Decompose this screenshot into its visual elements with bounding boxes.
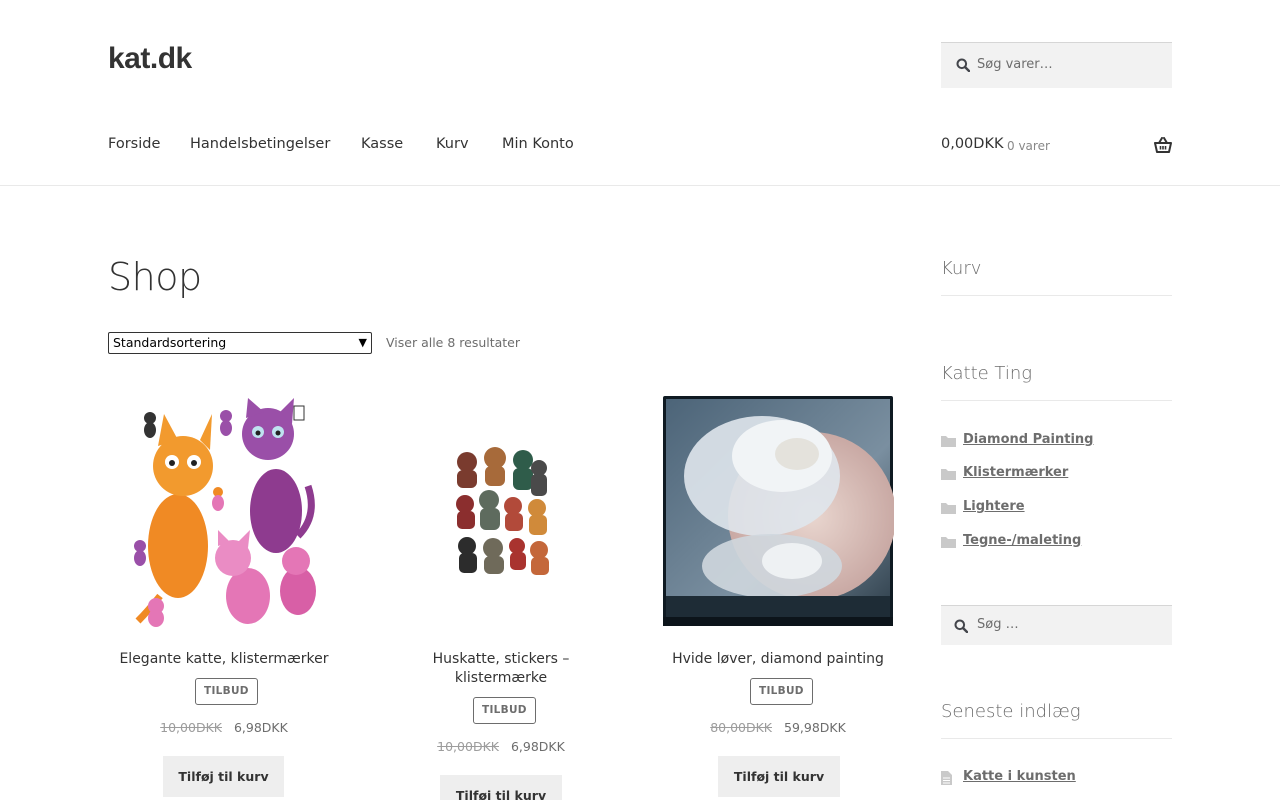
category-link-diamond-painting[interactable]: Diamond Painting [963,432,1093,447]
product-image[interactable] [385,396,617,628]
folder-icon [941,469,956,480]
product-price: 80,00DKK 59,98DKK [662,720,894,735]
header-search-input[interactable]: Søg varer… [941,42,1172,88]
header-cart[interactable]: 0,00DKK 0 varer [941,136,1172,158]
basket-icon [1154,137,1172,153]
folder-icon [941,436,956,447]
cart-count: 0 varer [1007,139,1050,153]
cart-amount: 0,00DKK [941,136,1004,152]
sale-badge: TILBUD [750,678,813,705]
recent-post-link[interactable]: Katte i kunsten [963,769,1076,784]
product-title[interactable]: Hvide løver, diamond painting [662,650,894,669]
product-image[interactable] [108,396,340,628]
new-price: 6,98DKK [233,720,288,735]
nav-item-kurv[interactable]: Kurv [436,136,469,152]
cat-sticker-sheet-graphic [453,444,549,580]
new-price: 59,98DKK [784,720,846,735]
add-to-cart-button[interactable]: Tilføj til kurv [440,775,562,800]
product-image[interactable] [662,396,894,628]
nav-item-handelsbetingelser[interactable]: Handelsbetingelser [190,136,330,152]
sidebar-categories-title: Katte Ting [941,363,1172,401]
document-icon [941,771,952,785]
folder-icon [941,537,956,548]
sort-selected-value: Standardsortering [113,335,227,350]
header-search-placeholder: Søg varer… [977,57,1053,72]
product-price: 10,00DKK 6,98DKK [108,720,340,735]
product-title[interactable]: Huskatte, stickers – klistermærke [385,650,617,688]
chevron-down-icon: ▼ [358,336,367,349]
old-price: 10,00DKK [160,720,222,735]
page-title: Shop [108,255,202,299]
sidebar-search-placeholder: Søg … [977,617,1019,632]
product-title[interactable]: Elegante katte, klistermærker [108,650,340,669]
product-price: 10,00DKK 6,98DKK [385,739,617,754]
sidebar-cart-title: Kurv [941,258,1172,296]
sort-select[interactable]: Standardsortering ▼ [108,332,372,354]
result-count: Viser alle 8 resultater [386,335,521,350]
sale-badge: TILBUD [195,678,258,705]
add-to-cart-button[interactable]: Tilføj til kurv [163,756,284,797]
category-link-klistermaerker[interactable]: Klistermærker [963,465,1068,480]
nav-item-min-konto[interactable]: Min Konto [502,136,574,152]
add-to-cart-button[interactable]: Tilføj til kurv [718,756,840,797]
category-link-lightere[interactable]: Lightere [963,499,1025,514]
site-logo[interactable]: kat.dk [108,42,192,76]
sidebar-recent-title: Seneste indlæg [941,701,1172,739]
search-icon [956,58,970,72]
nav-item-kasse[interactable]: Kasse [361,136,403,152]
category-link-tegne-maleting[interactable]: Tegne-/maleting [963,533,1081,548]
sidebar-search-input[interactable]: Søg … [941,605,1172,645]
new-price: 6,98DKK [510,739,565,754]
old-price: 80,00DKK [710,720,772,735]
old-price: 10,00DKK [437,739,499,754]
folder-icon [941,503,956,514]
site-header: kat.dk Søg varer… Forside Handelsbetinge… [0,0,1280,186]
nav-item-forside[interactable]: Forside [108,136,160,152]
sale-badge: TILBUD [473,697,536,724]
search-icon [954,619,968,633]
